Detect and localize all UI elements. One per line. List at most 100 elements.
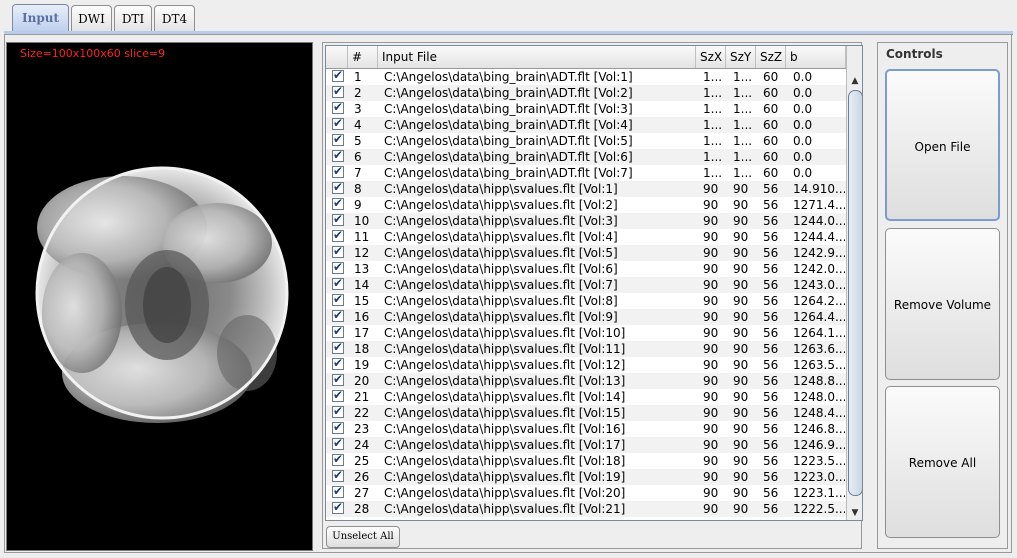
table-row[interactable]: 23 C:\Angelos\data\hipp\svalues.flt [Vol:…: [326, 420, 846, 437]
row-szz: 60: [763, 102, 779, 116]
row-b: 1271.4...: [793, 198, 845, 212]
scroll-thumb[interactable]: [848, 90, 862, 496]
row-index: 23: [354, 422, 370, 436]
image-viewer[interactable]: Size=100x100x60 slice=9: [6, 42, 313, 551]
row-checkbox[interactable]: [332, 212, 344, 226]
row-b: 1244.4...: [793, 230, 845, 244]
row-szy: 1...: [733, 70, 753, 84]
table-row[interactable]: 17 C:\Angelos\data\hipp\svalues.flt [Vol:…: [326, 324, 846, 341]
scroll-up-icon[interactable]: ▲: [848, 74, 862, 88]
row-file: C:\Angelos\data\hipp\svalues.flt [Vol:4]: [384, 230, 618, 244]
table-row[interactable]: 27 C:\Angelos\data\hipp\svalues.flt [Vol:…: [326, 484, 846, 501]
row-checkbox[interactable]: [332, 148, 344, 162]
table-row[interactable]: 5 C:\Angelos\data\bing_brain\ADT.flt [Vol…: [326, 132, 846, 149]
row-checkbox[interactable]: [332, 404, 344, 418]
row-szx: 1...: [703, 70, 723, 84]
row-file: C:\Angelos\data\bing_brain\ADT.flt [Vol:…: [384, 70, 633, 84]
row-checkbox[interactable]: [332, 84, 344, 98]
header-szz[interactable]: SzZ: [756, 46, 786, 68]
unselect-all-button[interactable]: Unselect All: [326, 526, 400, 548]
table-scrollbar[interactable]: ▲ ▼: [846, 46, 862, 520]
row-checkbox[interactable]: [332, 244, 344, 258]
row-checkbox[interactable]: [332, 420, 344, 434]
table-row[interactable]: 19 C:\Angelos\data\hipp\svalues.flt [Vol:…: [326, 356, 846, 373]
header-szx[interactable]: SzX: [696, 46, 726, 68]
row-szy: 90: [733, 422, 749, 436]
row-szx: 90: [703, 294, 719, 308]
table-row[interactable]: 20 C:\Angelos\data\hipp\svalues.flt [Vol:…: [326, 372, 846, 389]
row-checkbox[interactable]: [332, 228, 344, 242]
row-checkbox[interactable]: [332, 372, 344, 386]
tab-dti[interactable]: DTI: [114, 5, 152, 31]
row-b: 1223.0...: [793, 470, 845, 484]
table-row[interactable]: 3 C:\Angelos\data\bing_brain\ADT.flt [Vol…: [326, 100, 846, 117]
table-row[interactable]: 13 C:\Angelos\data\hipp\svalues.flt [Vol:…: [326, 260, 846, 277]
table-row[interactable]: 24 C:\Angelos\data\hipp\svalues.flt [Vol:…: [326, 436, 846, 453]
table-row[interactable]: 21 C:\Angelos\data\hipp\svalues.flt [Vol:…: [326, 388, 846, 405]
row-checkbox[interactable]: [332, 324, 344, 338]
row-checkbox[interactable]: [332, 132, 344, 146]
row-szx: 1...: [703, 118, 723, 132]
table-row[interactable]: 7 C:\Angelos\data\bing_brain\ADT.flt [Vol…: [326, 164, 846, 181]
header-check[interactable]: [326, 46, 348, 68]
row-checkbox[interactable]: [332, 196, 344, 210]
row-szy: 1...: [733, 134, 753, 148]
row-checkbox[interactable]: [332, 340, 344, 354]
table-row[interactable]: 14 C:\Angelos\data\hipp\svalues.flt [Vol:…: [326, 276, 846, 293]
row-checkbox[interactable]: [332, 436, 344, 450]
header-szy[interactable]: SzY: [726, 46, 756, 68]
header-index[interactable]: #: [348, 46, 378, 68]
table-row[interactable]: 9 C:\Angelos\data\hipp\svalues.flt [Vol:2…: [326, 196, 846, 213]
row-szz: 56: [763, 182, 779, 196]
open-file-button[interactable]: Open File: [885, 69, 1000, 221]
row-checkbox[interactable]: [332, 116, 344, 130]
table-row[interactable]: 11 C:\Angelos\data\hipp\svalues.flt [Vol:…: [326, 228, 846, 245]
tab-input[interactable]: Input: [12, 4, 69, 32]
row-szx: 90: [703, 374, 719, 388]
tab-dt4[interactable]: DT4: [154, 5, 195, 31]
table-row[interactable]: 8 C:\Angelos\data\hipp\svalues.flt [Vol:1…: [326, 180, 846, 197]
row-checkbox[interactable]: [332, 500, 344, 514]
table-row[interactable]: 10 C:\Angelos\data\hipp\svalues.flt [Vol:…: [326, 212, 846, 229]
row-checkbox[interactable]: [332, 308, 344, 322]
scroll-down-icon[interactable]: ▼: [848, 506, 862, 520]
table-row[interactable]: 22 C:\Angelos\data\hipp\svalues.flt [Vol:…: [326, 404, 846, 421]
row-checkbox[interactable]: [332, 180, 344, 194]
row-checkbox[interactable]: [332, 292, 344, 306]
tab-dwi[interactable]: DWI: [71, 5, 112, 31]
row-b: 1248.8...: [793, 374, 845, 388]
table-row[interactable]: 18 C:\Angelos\data\hipp\svalues.flt [Vol:…: [326, 340, 846, 357]
controls-panel: Controls Open File Remove Volume Remove …: [877, 42, 1008, 549]
row-file: C:\Angelos\data\hipp\svalues.flt [Vol:1]: [384, 182, 618, 196]
table-row[interactable]: 16 C:\Angelos\data\hipp\svalues.flt [Vol:…: [326, 308, 846, 325]
row-checkbox[interactable]: [332, 452, 344, 466]
table-row[interactable]: 15 C:\Angelos\data\hipp\svalues.flt [Vol:…: [326, 292, 846, 309]
row-b: 14.910...: [793, 182, 845, 196]
table-row[interactable]: 26 C:\Angelos\data\hipp\svalues.flt [Vol:…: [326, 468, 846, 485]
row-checkbox[interactable]: [332, 100, 344, 114]
viewer-info-text: Size=100x100x60 slice=9: [20, 47, 166, 60]
row-checkbox[interactable]: [332, 68, 344, 82]
header-b[interactable]: b: [786, 46, 846, 68]
row-szz: 60: [763, 86, 779, 100]
table-row[interactable]: 1 C:\Angelos\data\bing_brain\ADT.flt [Vol…: [326, 68, 846, 85]
table-row[interactable]: 6 C:\Angelos\data\bing_brain\ADT.flt [Vol…: [326, 148, 846, 165]
row-checkbox[interactable]: [332, 484, 344, 498]
row-checkbox[interactable]: [332, 260, 344, 274]
row-checkbox[interactable]: [332, 388, 344, 402]
remove-all-button[interactable]: Remove All: [885, 386, 1000, 538]
table-row[interactable]: 25 C:\Angelos\data\hipp\svalues.flt [Vol:…: [326, 452, 846, 469]
header-input-file[interactable]: Input File: [378, 46, 696, 68]
table-row[interactable]: 2 C:\Angelos\data\bing_brain\ADT.flt [Vol…: [326, 84, 846, 101]
table-row[interactable]: 12 C:\Angelos\data\hipp\svalues.flt [Vol:…: [326, 244, 846, 261]
row-checkbox[interactable]: [332, 468, 344, 482]
table-row[interactable]: 28 C:\Angelos\data\hipp\svalues.flt [Vol:…: [326, 500, 846, 517]
row-checkbox[interactable]: [332, 356, 344, 370]
row-checkbox[interactable]: [332, 164, 344, 178]
row-b: 1242.9...: [793, 246, 845, 260]
row-b: 1223.1...: [793, 486, 845, 500]
row-b: 1263.5...: [793, 358, 845, 372]
table-row[interactable]: 4 C:\Angelos\data\bing_brain\ADT.flt [Vol…: [326, 116, 846, 133]
row-checkbox[interactable]: [332, 276, 344, 290]
remove-volume-button[interactable]: Remove Volume: [885, 228, 1000, 380]
